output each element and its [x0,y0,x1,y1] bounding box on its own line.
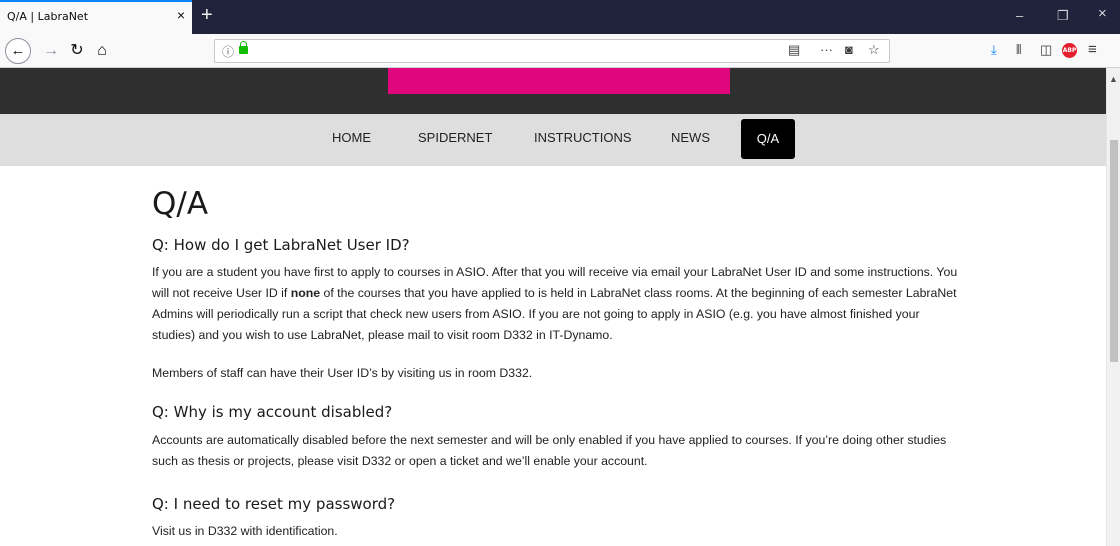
url-bar[interactable]: ⓘ ▤ ··· ◙ ☆ [214,39,890,63]
download-icon[interactable]: ⤓ [991,42,997,58]
minimize-icon[interactable]: – [1016,8,1023,24]
new-tab-icon[interactable]: + [201,3,213,27]
page-actions-icon[interactable]: ··· [820,42,833,57]
browser-tab-strip: Q/A | LabraNet × + – ❐ × [0,0,1120,34]
reader-view-icon[interactable]: ▤ [788,42,800,58]
menu-icon[interactable]: ≡ [1088,42,1097,58]
question-heading: Q: I need to reset my password? [152,495,396,513]
reload-icon[interactable]: ↻ [65,39,89,63]
answer-emphasis: none [290,286,321,300]
tab-title: Q/A | LabraNet [7,10,89,23]
nav-qa[interactable]: Q/A [741,119,795,159]
browser-tab[interactable]: Q/A | LabraNet × [0,0,192,34]
sidebar-icon[interactable]: ◫ [1040,42,1052,58]
site-logo-banner[interactable] [388,68,730,94]
scroll-thumb[interactable] [1110,140,1118,362]
site-header [0,68,1106,114]
library-icon[interactable]: ⫴ [1016,42,1021,58]
question-heading: Q: How do I get LabraNet User ID? [152,236,410,254]
page-title: Q/A [152,186,209,222]
restore-icon[interactable]: ❐ [1057,8,1069,24]
question-heading: Q: Why is my account disabled? [152,403,393,421]
lock-icon[interactable] [239,41,248,54]
close-window-icon[interactable]: × [1098,6,1107,22]
answer-paragraph: Visit us in D332 with identification. [152,524,338,538]
nav-home[interactable]: HOME [332,130,371,145]
adblock-icon[interactable]: ABP [1062,43,1077,58]
back-icon[interactable]: ← [5,38,31,64]
nav-instructions[interactable]: INSTRUCTIONS [534,130,632,145]
answer-paragraph: Accounts are automatically disabled befo… [152,433,947,468]
nav-spidernet[interactable]: SPIDERNET [418,130,492,145]
scroll-up-icon[interactable]: ▲ [1109,74,1118,84]
forward-icon[interactable]: → [39,39,63,63]
bookmark-star-icon[interactable]: ☆ [868,42,880,58]
answer-paragraph: Members of staff can have their User ID’… [152,366,533,380]
browser-toolbar: ← → ↻ ⌂ ⓘ ▤ ··· ◙ ☆ ⤓ ⫴ ◫ ABP ≡ [0,34,1120,68]
answer-paragraph: If you are a student you have first to a… [152,262,962,346]
site-nav: HOME SPIDERNET INSTRUCTIONS NEWS Q/A [0,114,1106,166]
page-scrollbar[interactable]: ▲ [1106,68,1120,546]
tab-close-icon[interactable]: × [177,7,185,23]
nav-news[interactable]: NEWS [671,130,710,145]
home-icon[interactable]: ⌂ [90,39,114,63]
pocket-icon[interactable]: ◙ [845,42,853,57]
site-info-icon[interactable]: ⓘ [222,43,234,60]
